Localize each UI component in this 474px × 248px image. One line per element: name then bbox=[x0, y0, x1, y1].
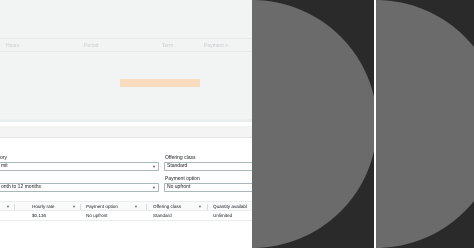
section-band bbox=[0, 126, 252, 138]
bg-col-payment: Payment o bbox=[204, 43, 228, 49]
bg-col-period: Period bbox=[84, 43, 99, 49]
column-separator bbox=[80, 204, 81, 210]
cell-payment-option: No upfront bbox=[86, 213, 108, 218]
cell-hourly-rate: $0.136 bbox=[32, 213, 47, 218]
offerings-table-header: ▼ Hourly rate ▼ Payment option ▼ Offerin… bbox=[0, 201, 252, 211]
column-separator bbox=[14, 204, 15, 210]
field-label-offering-class: Offering class bbox=[165, 155, 196, 161]
category-select-value: mit bbox=[1, 163, 8, 169]
offering-class-value: Standard bbox=[167, 163, 188, 169]
circle-shape bbox=[252, 0, 374, 248]
payment-option-value: No upfront bbox=[167, 184, 191, 190]
sort-icon[interactable]: ▼ bbox=[134, 204, 138, 209]
col-payment-option[interactable]: Payment option bbox=[86, 204, 118, 209]
chevron-down-icon: ▼ bbox=[152, 164, 156, 169]
table-row[interactable]: $0.136 No upfront Standard Unlimited bbox=[0, 211, 252, 221]
payment-option-select[interactable]: No upfront bbox=[164, 183, 256, 192]
bg-col-hours: Hours bbox=[6, 43, 20, 49]
chevron-down-icon: ▼ bbox=[152, 185, 156, 190]
col-hourly-rate[interactable]: Hourly rate bbox=[32, 204, 54, 209]
category-select[interactable]: mit ▼ bbox=[0, 162, 159, 171]
sort-icon[interactable]: ▼ bbox=[198, 204, 202, 209]
field-label-payment-option: Payment option bbox=[165, 176, 200, 182]
term-select-value: onth to 12 months bbox=[1, 184, 42, 190]
background-table-header: Hours Period Term Payment o bbox=[0, 38, 252, 52]
overlay-panel-right bbox=[376, 0, 474, 248]
bg-col-term: Term bbox=[162, 43, 174, 49]
col-offering-class[interactable]: Offering class bbox=[153, 204, 181, 209]
cell-quantity-available: Unlimited bbox=[213, 213, 233, 218]
sort-icon[interactable]: ▼ bbox=[72, 204, 76, 209]
circle-shape bbox=[376, 0, 474, 248]
empty-state-button bbox=[120, 79, 200, 87]
cell-offering-class: Standard bbox=[153, 213, 172, 218]
background-panel: Hours Period Term Payment o bbox=[0, 0, 252, 122]
term-select[interactable]: onth to 12 months ▼ bbox=[0, 183, 159, 192]
sort-icon[interactable]: ▼ bbox=[6, 204, 10, 209]
field-label-category: ory bbox=[0, 155, 7, 161]
col-quantity-available[interactable]: Quantity availabl bbox=[213, 204, 247, 209]
overlay-panel-left bbox=[252, 0, 374, 248]
offering-class-select[interactable]: Standard bbox=[164, 162, 256, 171]
column-separator bbox=[146, 204, 147, 210]
column-separator bbox=[207, 204, 208, 210]
divider bbox=[0, 119, 252, 122]
